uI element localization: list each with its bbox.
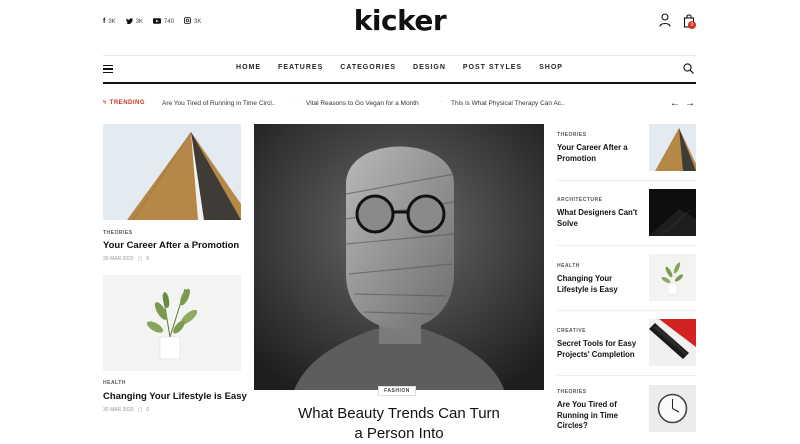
- post-meta: 30 MAR 2020 ▢ 0: [103, 256, 149, 262]
- post-category[interactable]: THEORIES: [103, 230, 133, 236]
- trending-bar: ϟ TRENDING Are You Tired of Running in Ti…: [103, 98, 696, 110]
- post-title[interactable]: Secret Tools for Easy Projects' Completi…: [557, 339, 645, 360]
- post-title[interactable]: Your Career After a Promotion: [103, 240, 239, 251]
- nav-item-shop[interactable]: SHOP: [539, 64, 563, 71]
- post-category[interactable]: ARCHITECTURE: [557, 197, 602, 203]
- post-thumbnail-building[interactable]: [103, 124, 241, 220]
- post-category[interactable]: HEALTH: [557, 263, 580, 269]
- bolt-icon: ϟ: [103, 100, 107, 106]
- separator-dot: ·: [440, 99, 442, 105]
- post-thumbnail-clock[interactable]: [649, 385, 696, 432]
- top-bar: f 3K 3K 740 3K kicker 0: [0, 0, 800, 48]
- nav-menu: HOME FEATURES CATEGORIES DESIGN POST STY…: [103, 64, 696, 71]
- nav-item-categories[interactable]: CATEGORIES: [340, 64, 396, 71]
- post-meta: 30 MAR 2020 ▢ 0: [103, 407, 149, 413]
- comment-icon: ▢: [137, 256, 143, 262]
- divider: [557, 310, 696, 311]
- search-icon[interactable]: [683, 63, 694, 74]
- post-thumbnail-creative[interactable]: [649, 319, 696, 366]
- post-thumbnail-plant[interactable]: [649, 254, 696, 301]
- divider: [557, 180, 696, 181]
- arrow-left-icon[interactable]: ←: [670, 98, 680, 109]
- post-thumbnail-architecture[interactable]: [649, 189, 696, 236]
- post-title[interactable]: What Designers Can't Solve: [557, 208, 645, 229]
- nav-item-home[interactable]: HOME: [236, 64, 261, 71]
- trending-label: ϟ TRENDING: [103, 100, 146, 106]
- post-thumbnail-building[interactable]: [649, 124, 696, 171]
- hero-category-badge[interactable]: FASHION: [378, 386, 416, 396]
- arrow-right-icon[interactable]: →: [685, 98, 695, 109]
- nav-item-post-styles[interactable]: POST STYLES: [463, 64, 522, 71]
- post-date: 30 MAR 2020: [103, 256, 134, 262]
- post-title[interactable]: Your Career After a Promotion: [557, 143, 645, 164]
- post-title[interactable]: Are You Tired of Running in Time Circles…: [557, 400, 645, 432]
- trending-item[interactable]: This is What Physical Therapy Can Ac..: [451, 100, 565, 107]
- trending-item[interactable]: Vital Reasons to Go Vegan for a Month: [306, 100, 419, 107]
- comment-count: 0: [146, 256, 150, 262]
- nav-item-features[interactable]: FEATURES: [278, 64, 323, 71]
- hero-image[interactable]: [254, 124, 544, 390]
- user-icon[interactable]: [659, 13, 671, 27]
- comment-icon: ▢: [137, 407, 143, 413]
- comment-count: 0: [146, 407, 150, 413]
- post-thumbnail-plant[interactable]: [103, 275, 241, 371]
- divider: [557, 375, 696, 376]
- post-category[interactable]: CREATIVE: [557, 328, 586, 334]
- post-category[interactable]: THEORIES: [557, 132, 587, 138]
- post-date: 30 MAR 2020: [103, 407, 134, 413]
- nav-item-design[interactable]: DESIGN: [413, 64, 446, 71]
- separator-dot: ·: [295, 99, 297, 105]
- hero-title[interactable]: What Beauty Trends Can Turn a Person Int…: [254, 404, 544, 444]
- post-title[interactable]: Changing Your Lifestyle is Easy: [557, 274, 645, 295]
- post-category[interactable]: THEORIES: [557, 389, 587, 395]
- main-nav: HOME FEATURES CATEGORIES DESIGN POST STY…: [103, 55, 696, 84]
- cart-count-badge: 0: [688, 21, 696, 29]
- post-category[interactable]: HEALTH: [103, 380, 126, 386]
- divider: [557, 245, 696, 246]
- post-title[interactable]: Changing Your Lifestyle is Easy: [103, 391, 247, 402]
- trending-item[interactable]: Are You Tired of Running in Time Circl..: [162, 100, 275, 107]
- site-logo[interactable]: kicker: [0, 4, 800, 37]
